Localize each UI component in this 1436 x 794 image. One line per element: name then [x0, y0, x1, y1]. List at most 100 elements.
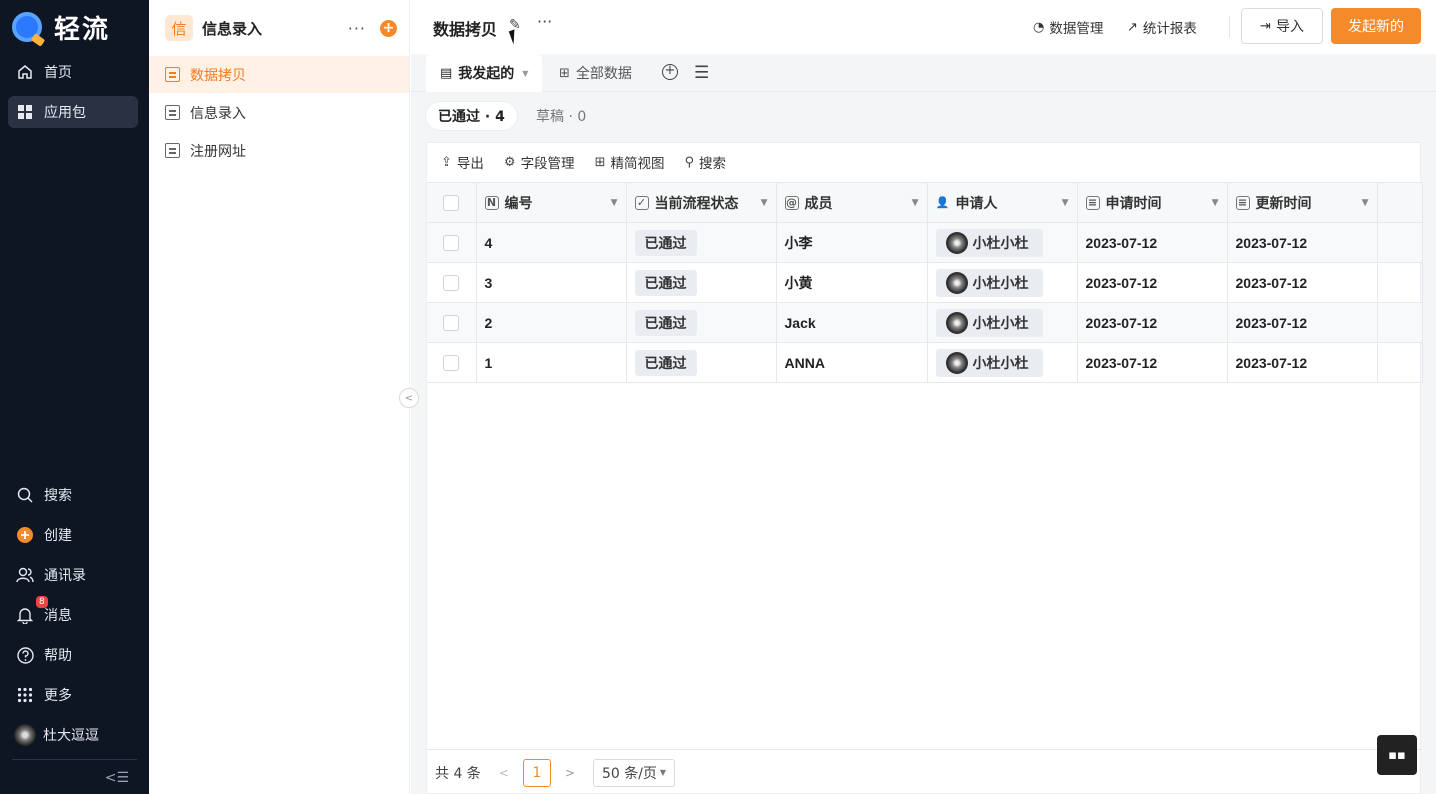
tool-label: 搜索 — [699, 156, 726, 172]
divider — [1229, 16, 1230, 38]
app-sidebar: 信 信息录入 ··· + 数据拷贝 信息录入 注册网址 — [149, 0, 410, 794]
cell-updated: 2023-07-12 — [1227, 262, 1378, 303]
collapse-sidebar-button[interactable]: < — [399, 388, 419, 408]
nav-item-messages[interactable]: 8 消息 — [8, 596, 138, 631]
column-header-status[interactable]: ✓ 当前流程状态 ▼ — [626, 182, 777, 223]
filter-draft[interactable]: 草稿 · 0 — [524, 102, 598, 130]
nav-item-search[interactable]: 搜索 — [8, 479, 138, 511]
table-row[interactable]: 2 已通过 Jack 小杜小杜 2023-07-12 2023-07-12 — [427, 302, 1423, 343]
data-manage-link[interactable]: ◔ 数据管理 — [1033, 17, 1103, 38]
cell-applied: 2023-07-12 — [1077, 342, 1228, 383]
prev-page-icon[interactable]: < — [499, 766, 509, 780]
select-all-cell[interactable] — [427, 182, 477, 223]
list-icon[interactable]: ☰ — [694, 63, 709, 83]
row-checkbox[interactable] — [443, 314, 460, 331]
select-all-checkbox[interactable] — [443, 194, 460, 211]
next-page-icon[interactable]: > — [565, 766, 575, 780]
import-icon: ⇥ — [1260, 18, 1271, 34]
row-checkbox[interactable] — [443, 274, 460, 291]
chat-button[interactable]: ▪▪ — [1377, 735, 1417, 775]
apps-icon — [16, 686, 34, 704]
caret-down-icon: ▼ — [659, 768, 667, 777]
nav-item-help[interactable]: 帮助 — [8, 639, 138, 671]
sort-caret-icon[interactable]: ▼ — [611, 198, 618, 208]
row-checkbox[interactable] — [443, 354, 460, 371]
column-header-id[interactable]: N 编号 ▼ — [476, 182, 627, 223]
cell-extra — [1377, 262, 1423, 303]
member-field-icon: @ — [784, 195, 799, 210]
nav-item-profile[interactable]: 杜大逗逗 — [8, 719, 138, 751]
sidebar-item-register-url[interactable]: 注册网址 — [149, 132, 409, 169]
applicant-tag: 小杜小杜 — [935, 308, 1043, 337]
tab-my-submissions[interactable]: ▤ 我发起的 ▼ — [426, 54, 543, 92]
tool-label: 导出 — [456, 156, 484, 172]
person-icon: 👤 — [935, 196, 950, 209]
add-icon[interactable]: + — [380, 19, 397, 37]
search-button[interactable]: ⚲ 搜索 — [684, 152, 726, 173]
column-header-member[interactable]: @ 成员 ▼ — [776, 182, 928, 223]
nav-item-create[interactable]: 创建 — [8, 519, 138, 551]
sort-caret-icon[interactable]: ▼ — [1212, 198, 1219, 208]
main-nav: 轻流 首页 应用包 搜索 创建 通讯录 8 消息 帮助 更多 杜大逗逗 <☰ — [0, 0, 149, 794]
sort-caret-icon[interactable]: ▼ — [761, 198, 768, 208]
cell-member: 小黄 — [776, 262, 928, 303]
avatar — [13, 724, 37, 746]
cell-member: Jack — [776, 302, 928, 343]
user-name: 杜大逗逗 — [43, 728, 99, 744]
nav-item-contacts[interactable]: 通讯录 — [8, 559, 138, 591]
nav-item-label: 首页 — [44, 65, 72, 81]
more-icon[interactable]: ··· — [348, 19, 366, 38]
logo-icon — [12, 12, 42, 42]
cell-id: 3 — [476, 262, 627, 303]
column-header-applied-time[interactable]: ≡ 申请时间 ▼ — [1077, 182, 1228, 223]
export-button[interactable]: ⇪ 导出 — [441, 152, 484, 173]
cell-updated: 2023-07-12 — [1227, 222, 1378, 263]
logo[interactable]: 轻流 — [12, 10, 111, 45]
column-header-applicant[interactable]: 👤 申请人 ▼ — [927, 182, 1078, 223]
collapse-nav-icon[interactable]: <☰ — [105, 770, 129, 786]
import-button[interactable]: ⇥ 导入 — [1241, 8, 1323, 44]
cell-member: ANNA — [776, 342, 928, 383]
sidebar-item-label: 注册网址 — [190, 143, 246, 160]
filter-approved[interactable]: 已通过 · 4 — [426, 102, 517, 130]
cell-applied: 2023-07-12 — [1077, 222, 1228, 263]
sort-caret-icon[interactable]: ▼ — [1362, 198, 1369, 208]
tab-all-data[interactable]: ⊞ 全部数据 — [559, 54, 632, 92]
avatar — [945, 311, 968, 334]
nav-item-label: 搜索 — [44, 488, 72, 504]
sidebar-item-info-entry[interactable]: 信息录入 — [149, 94, 409, 131]
row-checkbox[interactable] — [443, 234, 460, 251]
report-link[interactable]: ↗ 统计报表 — [1127, 17, 1197, 38]
avatar — [945, 271, 968, 294]
table-row[interactable]: 3 已通过 小黄 小杜小杜 2023-07-12 2023-07-12 — [427, 262, 1423, 303]
more-icon[interactable]: ··· — [537, 12, 552, 31]
sort-caret-icon[interactable]: ▼ — [912, 198, 919, 208]
page-number[interactable]: 1 — [522, 758, 551, 787]
add-view-icon[interactable]: + — [662, 64, 678, 80]
column-header-updated-time[interactable]: ≡ 更新时间 ▼ — [1227, 182, 1378, 223]
cell-extra — [1377, 222, 1423, 263]
table-row[interactable]: 1 已通过 ANNA 小杜小杜 2023-07-12 2023-07-12 — [427, 342, 1423, 383]
avatar — [945, 231, 968, 254]
nav-item-label: 应用包 — [44, 105, 86, 121]
field-manage-button[interactable]: ⚙ 字段管理 — [504, 152, 575, 173]
chat-icon: ▪▪ — [1388, 747, 1406, 763]
pagination: 共 4 条 < 1 > 50 条/页 ▼ — [427, 749, 1422, 794]
tool-label: 字段管理 — [520, 156, 575, 172]
new-record-button[interactable]: 发起新的 — [1331, 8, 1421, 44]
table-row[interactable]: 4 已通过 小李 小杜小杜 2023-07-12 2023-07-12 — [427, 222, 1423, 263]
sort-caret-icon[interactable]: ▼ — [1062, 198, 1069, 208]
applicant-name: 小杜小杜 — [972, 354, 1029, 371]
chip-label: 已通过 · 4 — [438, 109, 505, 125]
chip-label: 草稿 · 0 — [536, 109, 587, 125]
nav-item-more[interactable]: 更多 — [8, 679, 138, 711]
nav-item-home[interactable]: 首页 — [8, 56, 138, 88]
brand-name: 轻流 — [54, 14, 111, 45]
sidebar-item-label: 数据拷贝 — [190, 67, 246, 84]
nav-item-apps[interactable]: 应用包 — [8, 96, 138, 128]
tool-label: 精简视图 — [610, 156, 665, 172]
page-size-select[interactable]: 50 条/页 ▼ — [592, 758, 676, 787]
sidebar-item-data-copy[interactable]: 数据拷贝 — [149, 56, 409, 93]
caret-down-icon[interactable]: ▼ — [522, 69, 528, 78]
simple-view-button[interactable]: ⊞ 精简视图 — [595, 152, 665, 173]
